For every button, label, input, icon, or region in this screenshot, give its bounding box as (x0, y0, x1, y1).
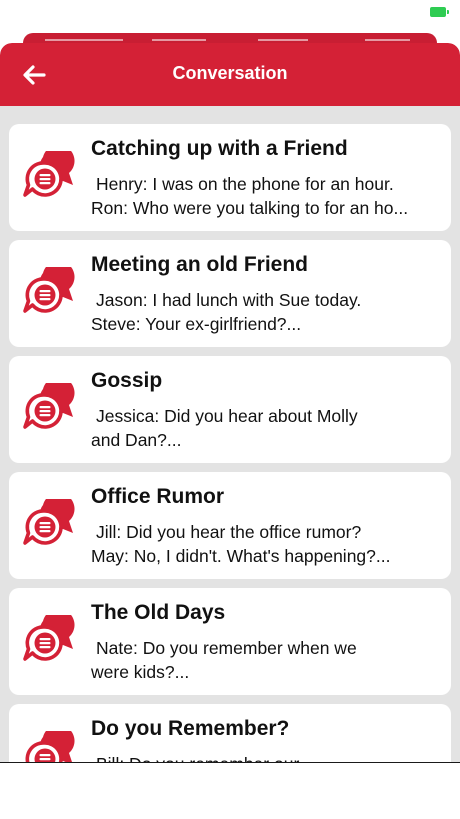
preview-line-1: Jason: I had lunch with Sue today. (96, 290, 362, 310)
conversation-sheet: Conversation Catching up with a Friend H… (0, 43, 460, 763)
conversation-preview: Jason: I had lunch with Sue today. Steve… (91, 288, 441, 336)
chat-bubbles-icon (25, 731, 75, 763)
conversation-title: Catching up with a Friend (91, 137, 348, 160)
background-page-edge (152, 39, 206, 41)
conversation-list[interactable]: Catching up with a Friend Henry: I was o… (9, 124, 451, 763)
preview-line-2: Ron: Who were you talking to for an ho..… (91, 198, 409, 218)
preview-line-2: May: No, I didn't. What's happening?... (91, 546, 391, 566)
conversation-card[interactable]: Do you Remember? Bill: Do you remember o… (9, 704, 451, 763)
conversation-card[interactable]: Catching up with a Friend Henry: I was o… (9, 124, 451, 231)
background-page-edge (365, 39, 410, 41)
conversation-preview: Jessica: Did you hear about Molly and Da… (91, 404, 441, 452)
conversation-card[interactable]: Office Rumor Jill: Did you hear the offi… (9, 472, 451, 579)
page-title: Conversation (172, 63, 288, 83)
chat-bubbles-icon (23, 615, 75, 661)
preview-line-1: Jessica: Did you hear about Molly (96, 406, 358, 426)
chat-bubbles-icon (23, 499, 75, 545)
conversation-title: The Old Days (91, 601, 226, 624)
background-page-edge (258, 39, 308, 41)
bottom-safe-area (0, 762, 460, 819)
preview-line-1: Henry: I was on the phone for an hour. (96, 174, 394, 194)
conversation-preview: Nate: Do you remember when we were kids?… (91, 636, 441, 684)
chat-bubbles-icon (23, 267, 75, 313)
conversation-card[interactable]: Gossip Jessica: Did you hear about Molly… (9, 356, 451, 463)
navigation-bar: Conversation (0, 43, 460, 106)
conversation-card[interactable]: The Old Days Nate: Do you remember when … (9, 588, 451, 695)
preview-line-2: were kids?... (91, 662, 190, 682)
conversation-title: Office Rumor (91, 485, 225, 508)
background-page-edge (45, 39, 123, 41)
preview-line-1: Jill: Did you hear the office rumor? (96, 522, 362, 542)
chat-bubbles-icon (23, 383, 75, 429)
preview-line-2: and Dan?... (91, 430, 182, 450)
chat-bubbles-icon (23, 151, 75, 197)
preview-line-1: Nate: Do you remember when we (96, 638, 357, 658)
conversation-preview: Henry: I was on the phone for an hour. R… (91, 172, 441, 220)
conversation-title: Gossip (91, 369, 163, 392)
conversation-title: Do you Remember? (91, 717, 290, 740)
conversation-preview: Jill: Did you hear the office rumor? May… (91, 520, 441, 568)
preview-line-2: Steve: Your ex-girlfriend?... (91, 314, 302, 334)
conversation-card[interactable]: Meeting an old Friend Jason: I had lunch… (9, 240, 451, 347)
conversation-title: Meeting an old Friend (91, 253, 309, 276)
status-bar (0, 0, 460, 28)
battery-charging-icon (430, 7, 449, 17)
